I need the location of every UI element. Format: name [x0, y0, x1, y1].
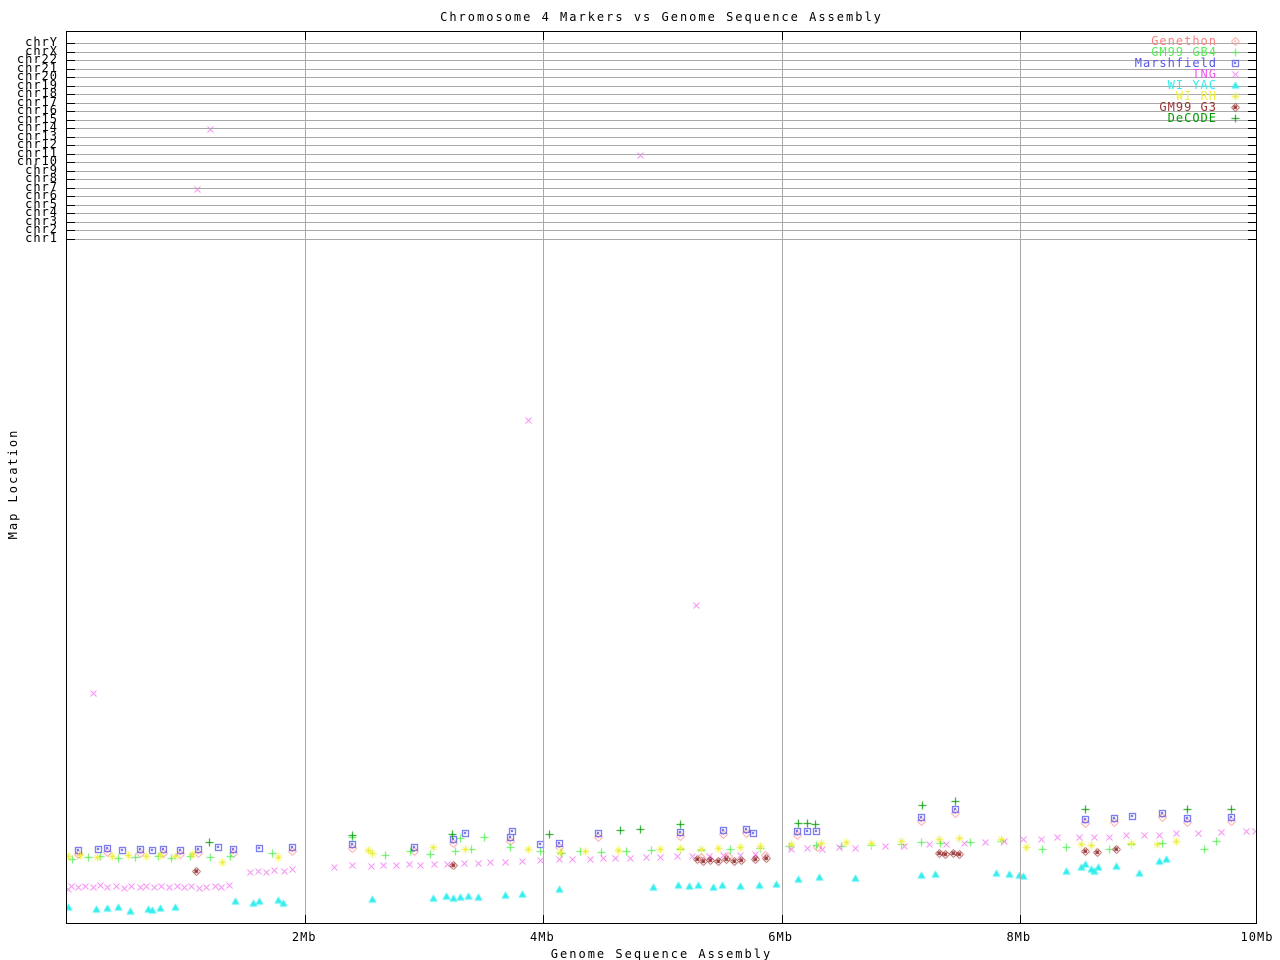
- cross-icon: [1225, 69, 1247, 80]
- plus-icon: [1225, 113, 1247, 124]
- diamond-fill-icon: [1225, 102, 1247, 113]
- legend: Genethon GM99 GB4 Marshfield TNG WI YAC …: [1025, 35, 1247, 125]
- plus-icon: [1225, 47, 1247, 58]
- asterisk-icon: [1225, 91, 1247, 102]
- x-axis-tick-label: 6Mb: [768, 930, 793, 944]
- x-axis-tick-label: 4Mb: [530, 930, 555, 944]
- square-dot-icon: [1225, 58, 1247, 69]
- x-axis-title: Genome Sequence Assembly: [550, 947, 773, 960]
- triangle-icon: [1225, 80, 1247, 91]
- legend-row: DeCODE: [1025, 111, 1247, 125]
- x-axis-tick-label: 10Mb: [1240, 930, 1274, 944]
- chart-page: Chromosome 4 Markers vs Genome Sequence …: [0, 0, 1280, 960]
- x-axis-tick-label: 8Mb: [1006, 930, 1032, 944]
- x-axis-labels: 2Mb 4Mb 6Mb 8Mb 10Mb: [0, 0, 1280, 960]
- legend-label-decode: DeCODE: [1167, 111, 1217, 125]
- diamond-open-icon: [1225, 36, 1247, 47]
- x-axis-tick-label: 2Mb: [291, 930, 317, 944]
